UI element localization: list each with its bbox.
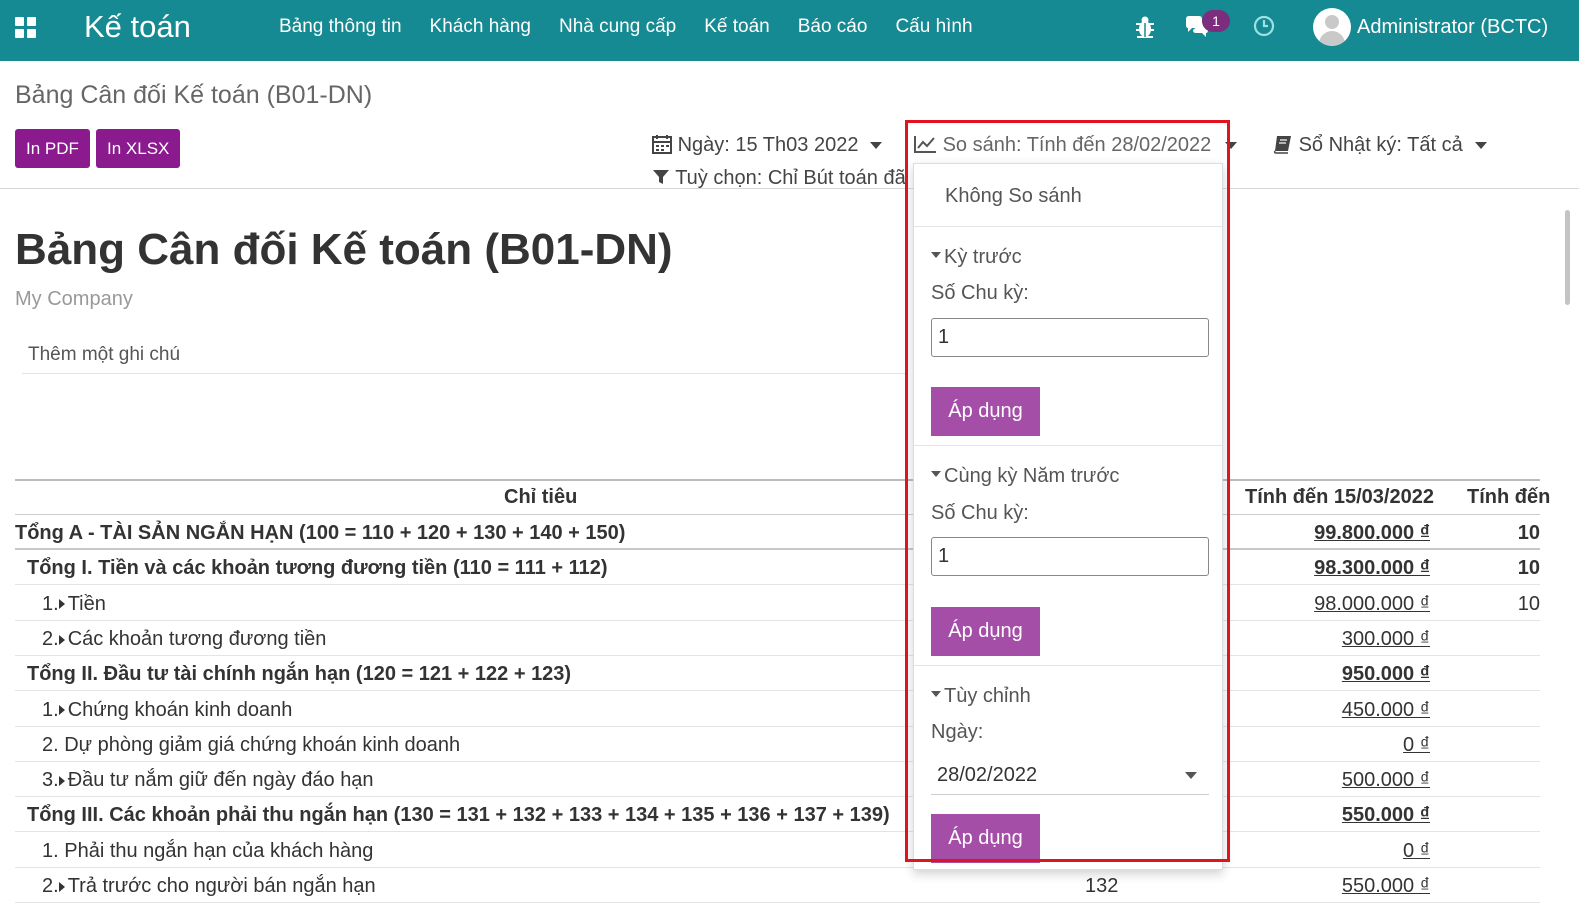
column-header-current[interactable]: Tính đến 15/03/2022 <box>1245 486 1434 509</box>
table-row: 1. Chứng khoán kinh doanh 450.000 ₫ <box>15 692 1540 727</box>
row-label-text: Tổng A - TÀI SẢN NGẮN HẠN (100 = 110 + 1… <box>15 522 626 544</box>
table-row: 1. Phải thu ngắn hạn của khách hàng 0 ₫ <box>15 833 1540 868</box>
table-top-border <box>15 479 1540 481</box>
row-label-text: Tiền <box>67 592 106 615</box>
scrollbar[interactable] <box>1565 210 1570 305</box>
date-filter-label: Ngày: 15 Th03 2022 <box>677 134 859 156</box>
clock-icon[interactable] <box>1253 15 1275 37</box>
main-menu: Bảng thông tin Khách hàng Nhà cung cấp K… <box>265 16 987 38</box>
row-value-current[interactable]: 500.000 ₫ <box>1342 769 1430 792</box>
row-label-text: Chứng khoán kinh doanh <box>67 698 293 721</box>
expand-caret-icon[interactable] <box>58 705 65 716</box>
row-label-text: Các khoản tương đương tiền <box>67 627 327 650</box>
row-label-text: Tổng I. Tiền và các khoản tương đương ti… <box>27 557 608 580</box>
row-value-current[interactable]: 450.000 ₫ <box>1342 699 1430 722</box>
journal-filter[interactable]: Sổ Nhật ký: Tất cả <box>1273 134 1487 157</box>
table-row: 2. Dự phòng giảm giá chứng khoán kinh do… <box>15 727 1540 762</box>
options-filter[interactable]: Tuỳ chọn: Chỉ Bút toán đã <box>652 167 906 190</box>
row-number: 2. <box>42 875 59 897</box>
breadcrumb: Bảng Cân đối Kế toán (B01-DN) <box>15 81 373 109</box>
apps-menu-icon[interactable] <box>15 17 37 39</box>
book-icon <box>1273 136 1291 154</box>
bug-icon[interactable] <box>1134 14 1156 40</box>
row-label[interactable]: 3. Đầu tư nắm giữ đến ngày đáo hạn <box>42 769 374 792</box>
chevron-down-icon <box>870 142 883 150</box>
menu-item-configuration[interactable]: Cấu hình <box>881 16 986 38</box>
row-value-compare[interactable]: 10 <box>1518 522 1540 545</box>
row-number: 1. <box>42 698 59 721</box>
menu-item-reporting[interactable]: Báo cáo <box>784 16 882 38</box>
row-label: 1. Phải thu ngắn hạn của khách hàng <box>42 840 373 863</box>
row-value-current[interactable]: 98.000.000 ₫ <box>1314 593 1430 616</box>
expand-caret-icon[interactable] <box>58 634 65 645</box>
date-filter[interactable]: Ngày: 15 Th03 2022 <box>652 134 883 157</box>
row-label[interactable]: 2. Các khoản tương đương tiền <box>42 628 326 651</box>
column-header-compare[interactable]: Tính đến <box>1467 486 1550 509</box>
print-xlsx-button[interactable]: In XLSX <box>96 129 181 168</box>
expand-caret-icon[interactable] <box>58 775 65 786</box>
table-row: Tổng II. Đầu tư tài chính ngắn hạn (120 … <box>15 656 1540 692</box>
app-name[interactable]: Kế toán <box>84 9 191 45</box>
row-label: Tổng III. Các khoản phải thu ngắn hạn (1… <box>27 804 890 827</box>
row-label-text: Tổng III. Các khoản phải thu ngắn hạn (1… <box>27 804 890 827</box>
menu-item-vendors[interactable]: Nhà cung cấp <box>545 16 690 38</box>
note-field[interactable]: Thêm một ghi chú <box>28 344 180 366</box>
row-value-compare[interactable]: 10 <box>1518 593 1540 616</box>
journal-filter-label: Sổ Nhật ký: Tất cả <box>1298 134 1463 156</box>
row-value-current[interactable]: 0 ₫ <box>1403 840 1430 863</box>
row-label-text: Tổng II. Đầu tư tài chính ngắn hạn (120 … <box>27 663 572 686</box>
row-value-current[interactable]: 0 ₫ <box>1403 734 1430 757</box>
row-value-current[interactable]: 550.000 ₫ <box>1342 804 1430 827</box>
options-filter-label: Tuỳ chọn: Chỉ Bút toán đã <box>675 167 906 189</box>
row-label-text: Trả trước cho người bán ngắn hạn <box>67 875 376 897</box>
expand-caret-icon[interactable] <box>58 599 65 610</box>
row-value-current[interactable]: 99.800.000 ₫ <box>1314 522 1430 545</box>
company-name: My Company <box>15 288 133 310</box>
row-label: Tổng A - TÀI SẢN NGẮN HẠN (100 = 110 + 1… <box>15 522 625 545</box>
row-code: 132 <box>1085 875 1119 897</box>
row-label[interactable]: 2. Trả trước cho người bán ngắn hạn <box>42 875 376 898</box>
filter-icon <box>653 170 669 184</box>
menu-item-customers[interactable]: Khách hàng <box>416 16 545 38</box>
note-underline <box>22 373 907 374</box>
row-label: 2. Dự phòng giảm giá chứng khoán kinh do… <box>42 734 460 757</box>
report-title: Bảng Cân đối Kế toán (B01-DN) <box>15 225 673 274</box>
row-value-current[interactable]: 300.000 ₫ <box>1342 628 1430 651</box>
user-avatar[interactable] <box>1313 8 1351 46</box>
table-row: Tổng A - TÀI SẢN NGẮN HẠN (100 = 110 + 1… <box>15 515 1540 550</box>
expand-caret-icon[interactable] <box>58 881 65 892</box>
highlight-box <box>905 120 1230 862</box>
row-label-text: Đầu tư nắm giữ đến ngày đáo hạn <box>67 769 374 792</box>
row-number: 1. <box>42 592 59 615</box>
row-number: 2. <box>42 627 59 650</box>
table-row: 1. Tiền 98.000.000 ₫ 10 <box>15 586 1540 621</box>
top-navbar: Kế toán Bảng thông tin Khách hàng Nhà cu… <box>0 0 1579 61</box>
table-row: Tổng I. Tiền và các khoản tương đương ti… <box>15 550 1540 586</box>
row-label-text: 1. Phải thu ngắn hạn của khách hàng <box>42 839 374 862</box>
row-label[interactable]: 1. Tiền <box>42 593 106 616</box>
calendar-icon <box>652 135 672 154</box>
table-row: Tổng III. Các khoản phải thu ngắn hạn (1… <box>15 797 1540 833</box>
menu-item-accounting[interactable]: Kế toán <box>690 16 784 38</box>
control-panel-divider <box>0 188 1579 189</box>
row-label[interactable]: 1. Chứng khoán kinh doanh <box>42 699 292 722</box>
row-value-current[interactable]: 98.300.000 ₫ <box>1314 557 1430 580</box>
row-number: 3. <box>42 769 59 792</box>
row-label: Tổng II. Đầu tư tài chính ngắn hạn (120 … <box>27 663 571 686</box>
column-header-item: Chỉ tiêu <box>504 486 578 508</box>
menu-item-dashboard[interactable]: Bảng thông tin <box>265 16 416 38</box>
row-label: Tổng I. Tiền và các khoản tương đương ti… <box>27 557 608 580</box>
table-row: 2. Các khoản tương đương tiền 300.000 ₫ <box>15 621 1540 656</box>
print-pdf-button[interactable]: In PDF <box>15 129 90 168</box>
table-row: 2. Trả trước cho người bán ngắn hạn 132 550… <box>15 868 1540 903</box>
user-menu[interactable]: Administrator (BCTC) <box>1357 16 1548 39</box>
message-count-badge: 1 <box>1202 10 1230 32</box>
row-label-text: 2. Dự phòng giảm giá chứng khoán kinh do… <box>42 733 461 756</box>
row-value-current[interactable]: 950.000 ₫ <box>1342 663 1430 686</box>
table-row: 3. Đầu tư nắm giữ đến ngày đáo hạn 500.000… <box>15 762 1540 798</box>
row-value-compare[interactable]: 10 <box>1518 557 1540 580</box>
row-value-current[interactable]: 550.000 ₫ <box>1342 875 1430 898</box>
chevron-down-icon <box>1474 142 1487 150</box>
